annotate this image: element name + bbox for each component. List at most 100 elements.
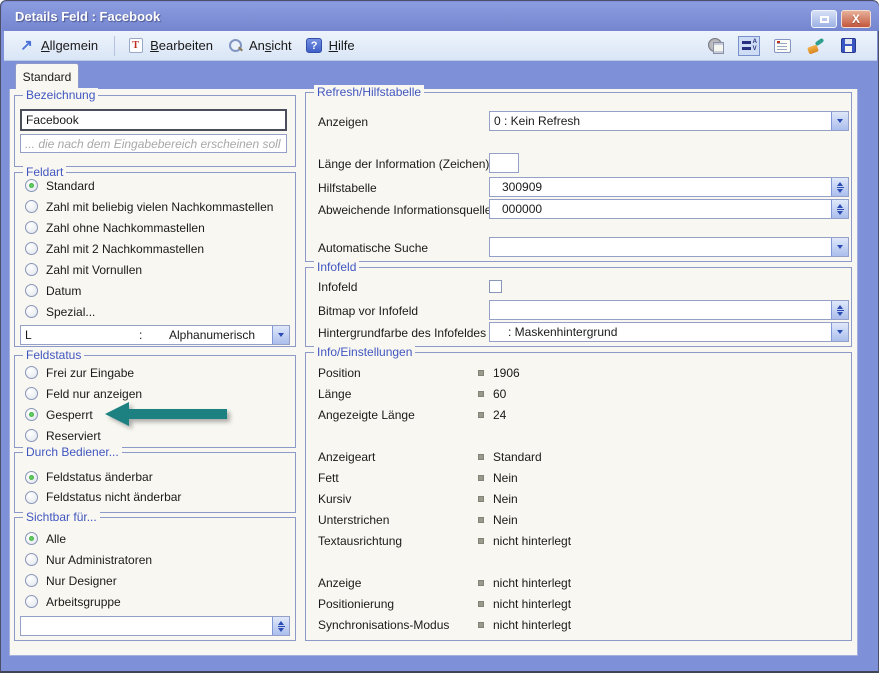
feldstatus-option-nur-anzeigen[interactable]: Feld nur anzeigen <box>15 383 295 404</box>
menu-ansicht[interactable]: Ansicht <box>227 38 292 54</box>
bezeichnung-hint-input[interactable] <box>20 134 287 153</box>
group-info-einstellungen: Info/Einstellungen Position 1906 Länge 6… <box>305 352 852 641</box>
feldstatus-option-label: Frei zur Eingabe <box>46 366 134 380</box>
menu-allgemein[interactable]: ↗ Allgemein <box>18 38 98 54</box>
brush-button[interactable] <box>804 36 826 56</box>
anzeigen-label: Anzeigen <box>318 115 368 129</box>
sichtbar-option-designer[interactable]: Nur Designer <box>15 570 295 591</box>
menu-allgemein-label: Allgemein <box>41 38 98 53</box>
chevron-down-icon <box>837 245 843 249</box>
radio-icon[interactable] <box>25 574 38 587</box>
minimize-button[interactable] <box>811 10 837 28</box>
hintergrundfarbe-combobox[interactable]: : Maskenhintergrund <box>489 322 849 342</box>
info-label: Länge <box>318 387 478 401</box>
form-button[interactable] <box>771 36 793 56</box>
automatische-suche-combobox[interactable] <box>489 237 849 257</box>
dropdown-button[interactable] <box>831 238 848 256</box>
group-refresh-title: Refresh/Hilfstabelle <box>314 85 424 99</box>
menu-bearbeiten-label: Bearbeiten <box>150 38 213 53</box>
stamp-button[interactable] <box>705 36 727 56</box>
radio-icon[interactable] <box>25 263 38 276</box>
radio-icon[interactable] <box>25 366 38 379</box>
sichtbar-option-arbeitsgruppe[interactable]: Arbeitsgruppe <box>15 591 295 612</box>
tab-standard[interactable]: Standard <box>15 63 79 89</box>
feldart-type-combobox[interactable]: L : Alphanumerisch <box>20 325 290 345</box>
dropdown-button[interactable] <box>831 112 848 130</box>
info-value: nicht hinterlegt <box>493 618 571 632</box>
save-button[interactable] <box>837 36 859 56</box>
bullet-icon <box>478 370 484 376</box>
bediener-option-aenderbar[interactable]: Feldstatus änderbar <box>15 467 295 487</box>
radio-icon[interactable] <box>25 284 38 297</box>
spinner-button[interactable] <box>272 617 289 635</box>
info-row-angezeigte-laenge: Angezeigte Länge 24 <box>318 408 841 422</box>
feldart-option-label: Spezial... <box>46 305 95 319</box>
info-value: 24 <box>493 408 506 422</box>
bullet-icon <box>478 622 484 628</box>
feldart-option-label: Datum <box>46 284 81 298</box>
tab-standard-label: Standard <box>23 70 72 84</box>
feldstatus-option-frei[interactable]: Frei zur Eingabe <box>15 362 295 383</box>
sichtbar-option-administratoren[interactable]: Nur Administratoren <box>15 549 295 570</box>
arbeitsgruppe-spinner[interactable] <box>20 616 290 636</box>
save-icon <box>841 38 856 53</box>
radio-icon[interactable] <box>25 179 38 192</box>
bitmap-spinner[interactable] <box>489 300 849 320</box>
anzeigen-combobox[interactable]: 0 : Kein Refresh <box>489 111 849 131</box>
radio-icon[interactable] <box>25 221 38 234</box>
radio-icon[interactable] <box>25 491 38 504</box>
spinner-button[interactable] <box>831 200 848 218</box>
spinner-divider <box>278 626 285 627</box>
group-bezeichnung: Bezeichnung <box>14 95 296 167</box>
chevron-up-icon <box>837 305 843 309</box>
sichtbar-option-alle[interactable]: Alle <box>15 528 295 549</box>
bullet-icon <box>478 475 484 481</box>
radio-icon[interactable] <box>25 429 38 442</box>
form-icon <box>774 39 791 53</box>
radio-icon[interactable] <box>25 408 38 421</box>
info-row-unterstrichen: Unterstrichen Nein <box>318 513 841 527</box>
dropdown-button[interactable] <box>831 323 848 341</box>
feldstatus-option-reserviert[interactable]: Reserviert <box>15 425 295 446</box>
spinner-button[interactable] <box>831 301 848 319</box>
feldart-option-datum[interactable]: Datum <box>15 280 295 301</box>
menu-hilfe[interactable]: ? Hilfe <box>306 38 355 54</box>
info-value: 1906 <box>493 366 520 380</box>
informationsquelle-spinner[interactable]: 000000 <box>489 199 849 219</box>
group-sichtbar-fuer: Sichtbar für... Alle Nur Administratoren… <box>14 517 296 641</box>
sort-button[interactable] <box>738 36 760 56</box>
chevron-down-icon <box>278 333 284 337</box>
radio-icon[interactable] <box>25 553 38 566</box>
group-feldstatus-title: Feldstatus <box>23 348 84 362</box>
bediener-option-nicht-aenderbar[interactable]: Feldstatus nicht änderbar <box>15 487 295 507</box>
chevron-down-icon <box>837 119 843 123</box>
radio-icon[interactable] <box>25 387 38 400</box>
spinner-button[interactable] <box>831 178 848 196</box>
radio-icon[interactable] <box>25 242 38 255</box>
stamp-icon <box>708 38 724 54</box>
menu-bearbeiten[interactable]: T Bearbeiten <box>127 38 213 54</box>
dropdown-button[interactable] <box>272 326 289 344</box>
radio-icon[interactable] <box>25 305 38 318</box>
feldart-option-zahl-beliebig[interactable]: Zahl mit beliebig vielen Nachkommastelle… <box>15 196 295 217</box>
feldart-option-vornullen[interactable]: Zahl mit Vornullen <box>15 259 295 280</box>
radio-icon[interactable] <box>25 200 38 213</box>
informationsquelle-label: Abweichende Informationsquelle <box>318 203 491 217</box>
bezeichnung-input[interactable] <box>20 109 287 131</box>
infofeld-checkbox-label: Infofeld <box>318 280 357 294</box>
informationsquelle-value: 000000 <box>490 202 831 216</box>
close-button[interactable]: X <box>841 10 871 28</box>
bediener-option-label: Feldstatus änderbar <box>46 470 153 484</box>
infofeld-checkbox[interactable] <box>489 280 502 293</box>
anzeigen-value: 0 : Kein Refresh <box>490 114 831 128</box>
radio-icon[interactable] <box>25 595 38 608</box>
feldart-option-spezial[interactable]: Spezial... <box>15 301 295 322</box>
feldart-option-zahl-ohne[interactable]: Zahl ohne Nachkommastellen <box>15 217 295 238</box>
group-refresh-hilfstabelle: Refresh/Hilfstabelle Anzeigen 0 : Kein R… <box>305 92 852 262</box>
radio-icon[interactable] <box>25 471 38 484</box>
radio-icon[interactable] <box>25 532 38 545</box>
feldart-option-zahl-2[interactable]: Zahl mit 2 Nachkommastellen <box>15 238 295 259</box>
hilfstabelle-spinner[interactable]: 300909 <box>489 177 849 197</box>
chevron-down-icon <box>278 628 284 632</box>
laenge-information-input[interactable] <box>489 153 519 173</box>
